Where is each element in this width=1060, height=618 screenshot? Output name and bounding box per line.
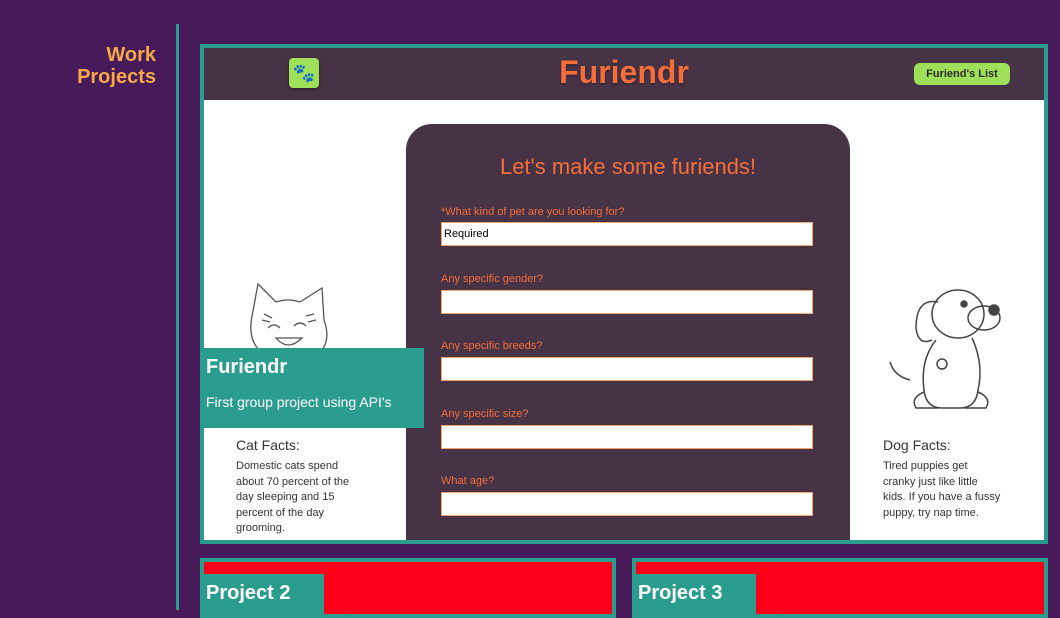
project-card-3[interactable]: Project 3 — [632, 558, 1048, 618]
preview-form: Let's make some furiends! *What kind of … — [406, 124, 850, 540]
field-pet-type: Required — [441, 222, 813, 246]
preview-navbar: 🐾 Furiendr Furiend's List — [204, 48, 1044, 100]
dog-facts-text: Tired puppies get cranky just like littl… — [883, 460, 1001, 519]
section-title-line2: Projects — [77, 66, 156, 88]
cat-facts-text: Domestic cats spend about 70 percent of … — [236, 460, 350, 534]
field-label-age: What age? — [441, 475, 495, 487]
furiends-list-button: Furiend's List — [914, 63, 1010, 85]
dog-facts-title: Dog Facts: — [883, 437, 951, 453]
project-description: First group project using API's — [206, 394, 392, 410]
field-label-size: Any specific size? — [441, 408, 529, 420]
field-age — [441, 492, 813, 516]
project-3-title: Project 3 — [636, 574, 756, 614]
field-size — [441, 425, 813, 449]
field-gender — [441, 290, 813, 314]
divider — [176, 24, 179, 610]
project-card-furiendr[interactable]: 🐾 Furiendr Furiend's List Let's make som… — [200, 44, 1048, 544]
project-caption: Furiendr First group project using API's — [204, 348, 424, 428]
section-title-line1: Work — [106, 44, 156, 66]
cat-facts-title: Cat Facts: — [236, 437, 300, 453]
field-label-pet-type: *What kind of pet are you looking for? — [441, 206, 625, 218]
project-2-title: Project 2 — [204, 574, 324, 614]
section-title: Work Projects — [77, 44, 156, 88]
project-title: Furiendr — [206, 356, 288, 378]
field-label-breeds: Any specific breeds? — [441, 340, 543, 352]
dog-illustration — [889, 289, 1001, 409]
field-label-gender: Any specific gender? — [441, 273, 544, 285]
form-heading: Let's make some furiends! — [499, 154, 757, 179]
project-card-2[interactable]: Project 2 — [200, 558, 616, 618]
field-breeds — [441, 357, 813, 381]
